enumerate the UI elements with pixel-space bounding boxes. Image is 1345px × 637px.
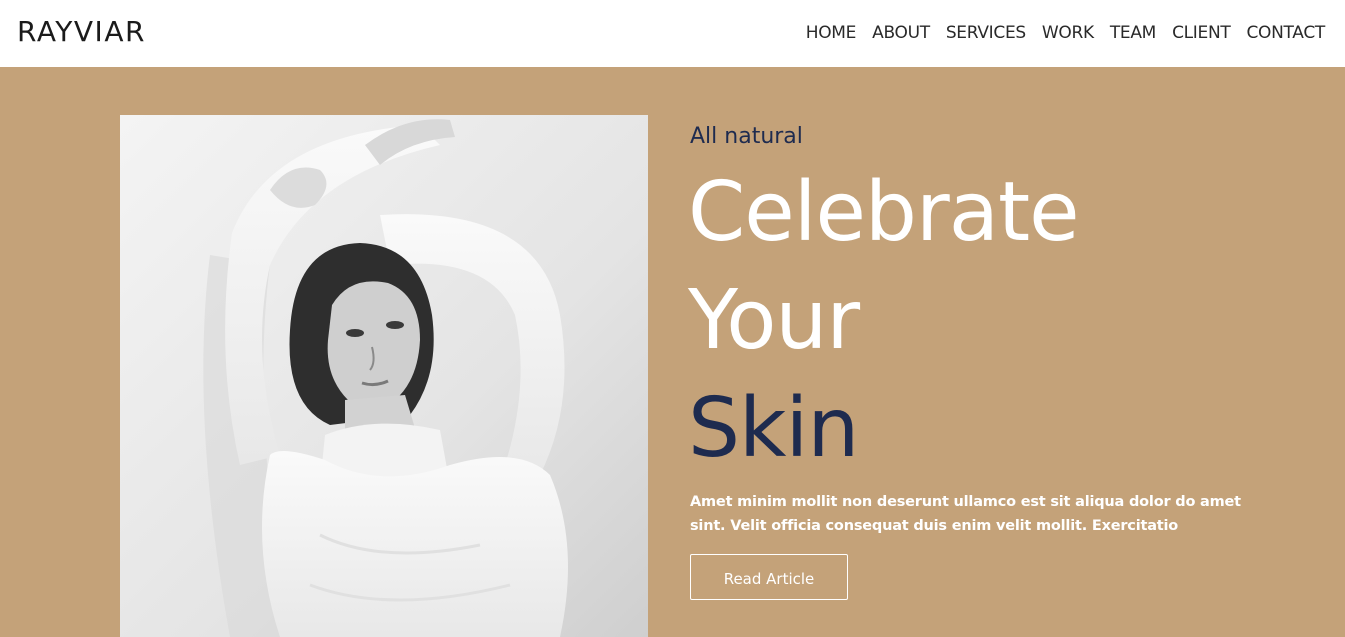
- headline-line-skin: Skin: [688, 381, 859, 476]
- headline-line-celebrate: Celebrate: [688, 165, 1080, 260]
- read-article-button[interactable]: Read Article: [690, 554, 848, 600]
- hero-section: All natural Celebrate Your Skin Amet min…: [0, 67, 1345, 637]
- hero-portrait-image: [120, 115, 648, 637]
- main-nav: HOME ABOUT SERVICES WORK TEAM CLIENT CON…: [790, 22, 1326, 44]
- hero-eyebrow: All natural: [690, 124, 803, 149]
- nav-team[interactable]: TEAM: [1110, 22, 1157, 44]
- nav-client[interactable]: CLIENT: [1172, 22, 1231, 44]
- nav-contact[interactable]: CONTACT: [1246, 22, 1325, 44]
- nav-work[interactable]: WORK: [1042, 22, 1094, 44]
- site-logo[interactable]: RAYVIAR: [17, 14, 146, 50]
- nav-about[interactable]: ABOUT: [872, 22, 930, 44]
- headline-line-your: Your: [688, 273, 860, 368]
- hero-description: Amet minim mollit non deserunt ullamco e…: [690, 494, 1241, 534]
- nav-home[interactable]: HOME: [806, 22, 857, 44]
- hero-headline: Celebrate Your Skin: [688, 159, 1080, 483]
- nav-services[interactable]: SERVICES: [946, 22, 1026, 44]
- site-header: RAYVIAR HOME ABOUT SERVICES WORK TEAM CL…: [0, 0, 1345, 67]
